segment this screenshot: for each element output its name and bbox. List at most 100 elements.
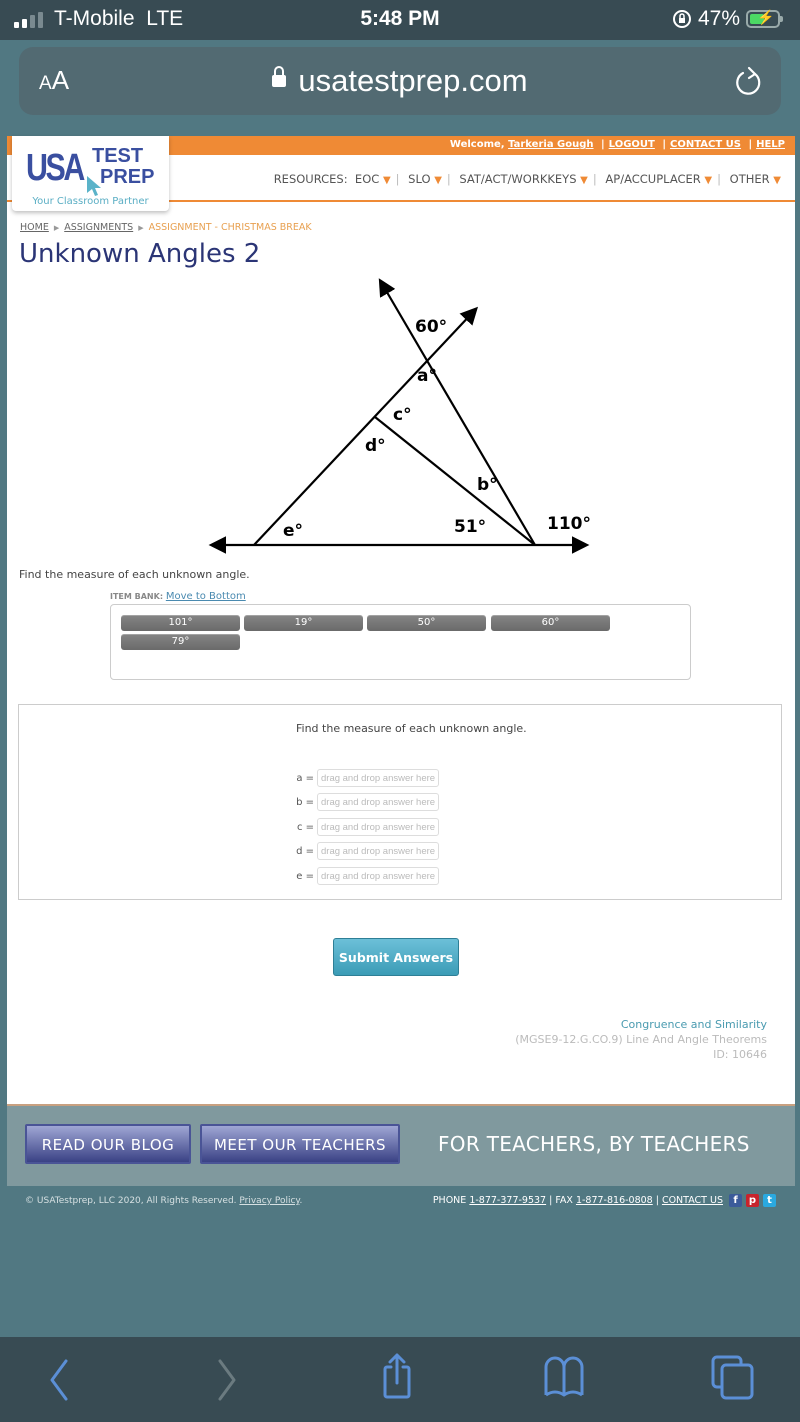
- battery-icon: ⚡: [746, 9, 783, 28]
- menu-eoc[interactable]: EOC ▼: [355, 172, 391, 186]
- drop-zone-a[interactable]: drag and drop answer here: [317, 769, 439, 787]
- reload-icon[interactable]: [731, 65, 765, 99]
- answer-chip-19[interactable]: 19°: [244, 615, 363, 631]
- forward-icon[interactable]: [212, 1351, 242, 1401]
- status-right: 47% ⚡: [672, 7, 783, 31]
- move-to-bottom-link[interactable]: Move to Bottom: [166, 591, 246, 602]
- label-b: b°: [477, 475, 498, 495]
- breadcrumb-arrow-icon: ▶: [53, 224, 60, 232]
- answer-chip-50[interactable]: 50°: [367, 615, 486, 631]
- answer-label-c: c =: [296, 821, 314, 833]
- phone-label: PHONE: [432, 1195, 467, 1206]
- pinterest-icon[interactable]: p: [746, 1194, 759, 1207]
- twitter-icon[interactable]: t: [763, 1194, 776, 1207]
- answer-row-a: a = drag and drop answer here: [295, 768, 439, 788]
- category-link[interactable]: Congruence and Similarity: [515, 1017, 767, 1032]
- answer-label-d: d =: [296, 845, 314, 857]
- footer-band: READ OUR BLOG MEET OUR TEACHERS FOR TEAC…: [7, 1104, 795, 1186]
- answer-label-e: e =: [296, 870, 314, 882]
- battery-percent: 47%: [697, 7, 740, 30]
- footer-contact: PHONE 1-877-377-9537 | FAX 1-877-816-0808…: [433, 1194, 776, 1207]
- menu-ap-accuplacer[interactable]: AP/ACCUPLACER ▼: [605, 172, 712, 186]
- resources-label: RESOURCES:: [273, 172, 348, 186]
- answer-prompt: Find the measure of each unknown angle.: [296, 722, 527, 735]
- answer-chip-79[interactable]: 79°: [121, 634, 240, 650]
- contact-us-link[interactable]: CONTACT US: [670, 139, 741, 150]
- url-text: usatestprep.com: [298, 63, 528, 98]
- cursor-icon: [87, 176, 101, 196]
- dropdown-triangle-icon: ▼: [382, 175, 391, 186]
- submit-answers-button[interactable]: Submit Answers: [333, 938, 459, 976]
- dropdown-triangle-icon: ▼: [704, 175, 713, 186]
- drop-zone-b[interactable]: drag and drop answer here: [317, 793, 439, 811]
- url-field[interactable]: usatestprep.com: [19, 63, 781, 99]
- help-link[interactable]: HELP: [756, 139, 785, 150]
- menu-other[interactable]: OTHER ▼: [730, 172, 781, 186]
- welcome-text: Welcome,: [449, 139, 505, 150]
- phone-link[interactable]: 1-877-377-9537: [469, 1195, 546, 1206]
- read-our-blog-button[interactable]: READ OUR BLOG: [25, 1124, 191, 1164]
- footer-tagline: FOR TEACHERS, BY TEACHERS: [438, 1132, 750, 1156]
- fax-link[interactable]: 1-877-816-0808: [576, 1195, 653, 1206]
- site-logo[interactable]: USA TEST PREP Your Classroom Partner: [12, 136, 169, 211]
- answer-label-a: a =: [296, 772, 314, 784]
- logo-usa: USA: [26, 147, 85, 189]
- breadcrumb-current: ASSIGNMENT - CHRISTMAS BREAK: [148, 222, 312, 233]
- breadcrumb: HOME ▶ ASSIGNMENTS ▶ ASSIGNMENT - CHRISTMAS …: [20, 222, 312, 233]
- drop-zone-e[interactable]: drag and drop answer here: [317, 867, 439, 885]
- item-bank: 101° 19° 50° 60° 79°: [110, 604, 691, 680]
- back-icon[interactable]: [44, 1351, 74, 1401]
- answer-row-e: e = drag and drop answer here: [295, 866, 439, 886]
- fax-label: FAX: [555, 1195, 573, 1206]
- facebook-icon[interactable]: f: [729, 1194, 742, 1207]
- breadcrumb-assignments[interactable]: ASSIGNMENTS: [64, 222, 133, 233]
- standard-text: (MGSE9-12.G.CO.9) Line And Angle Theorem…: [515, 1033, 767, 1046]
- breadcrumb-arrow-icon: ▶: [138, 224, 144, 232]
- meet-our-teachers-button[interactable]: MEET OUR TEACHERS: [200, 1124, 400, 1164]
- tabs-icon[interactable]: [708, 1351, 758, 1401]
- answer-row-c: c = drag and drop answer here: [295, 817, 439, 837]
- logout-link[interactable]: LOGOUT: [609, 139, 655, 150]
- status-bar: T-Mobile LTE 5:48 PM 47% ⚡: [0, 0, 800, 40]
- network-type: LTE: [146, 7, 184, 30]
- drop-zone-c[interactable]: drag and drop answer here: [317, 818, 439, 836]
- breadcrumb-home[interactable]: HOME: [20, 222, 49, 233]
- page-title: Unknown Angles 2: [19, 239, 261, 269]
- answer-row-b: b = drag and drop answer here: [295, 792, 439, 812]
- left-ray: [253, 306, 479, 546]
- label-c: c°: [393, 405, 412, 425]
- signal-icon: [14, 12, 43, 28]
- label-a: a°: [417, 366, 437, 386]
- drop-zone-d[interactable]: drag and drop answer here: [317, 842, 439, 860]
- orientation-lock-icon: [672, 10, 691, 28]
- address-bar[interactable]: AA usatestprep.com: [19, 47, 781, 115]
- share-icon[interactable]: [375, 1351, 419, 1401]
- angle-diagram: 60° a° c° d° b° e° 51° 110°: [208, 278, 591, 554]
- browser-toolbar: [0, 1337, 800, 1422]
- label-60: 60°: [415, 317, 447, 337]
- resources-nav: RESOURCES: EOC ▼ | SLO ▼ | SAT/ACT/WORKKEY…: [273, 172, 781, 186]
- carrier: T-Mobile LTE: [54, 7, 183, 31]
- menu-slo[interactable]: SLO ▼: [408, 172, 442, 186]
- label-51: 51°: [454, 517, 486, 537]
- logo-prep: PREP: [100, 166, 155, 188]
- label-d: d°: [365, 436, 386, 456]
- lock-icon: [272, 65, 287, 87]
- logo-test: TEST: [92, 145, 144, 167]
- user-name-link[interactable]: Tarkeria Gough: [508, 139, 593, 150]
- welcome-bar: Welcome, Tarkeria Gough | LOGOUT | CONTACT…: [449, 139, 785, 150]
- answer-chip-101[interactable]: 101°: [121, 615, 240, 631]
- question-id: ID: 10646: [713, 1048, 767, 1061]
- answer-label-b: b =: [296, 796, 314, 808]
- question-meta: Congruence and Similarity (MGSE9-12.G.CO…: [515, 1017, 767, 1062]
- menu-sat-act-workkeys[interactable]: SAT/ACT/WORKKEYS ▼: [459, 172, 587, 186]
- question-prompt: Find the measure of each unknown angle.: [19, 568, 250, 581]
- privacy-policy-link[interactable]: Privacy Policy: [239, 1196, 299, 1206]
- answer-row-d: d = drag and drop answer here: [295, 841, 439, 861]
- answer-chip-60[interactable]: 60°: [491, 615, 610, 631]
- web-page: Welcome, Tarkeria Gough | LOGOUT | CONTACT…: [7, 136, 795, 1104]
- label-110: 110°: [547, 514, 591, 534]
- bookmarks-icon[interactable]: [542, 1351, 590, 1401]
- footer-contact-us-link[interactable]: CONTACT US: [662, 1195, 723, 1206]
- dropdown-triangle-icon: ▼: [434, 175, 442, 186]
